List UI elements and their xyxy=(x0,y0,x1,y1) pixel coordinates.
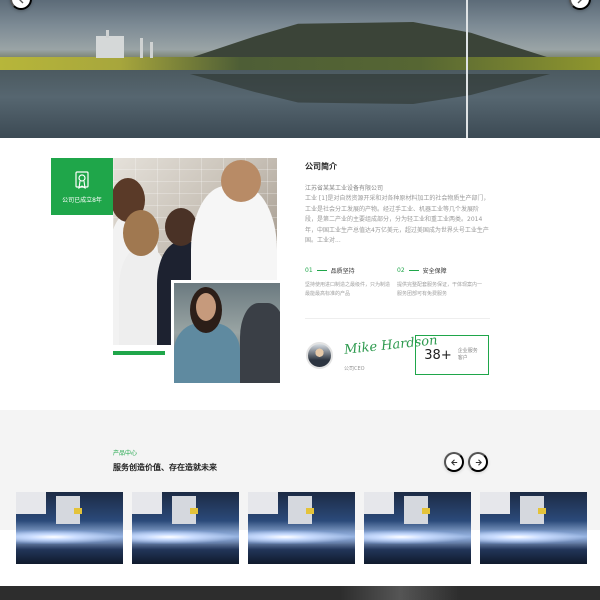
intro-title: 公司简介 xyxy=(305,162,337,171)
product-rail xyxy=(16,492,46,514)
product-card[interactable] xyxy=(480,492,587,564)
feature-dash xyxy=(408,270,419,271)
feature-heading: 01 品质坚持 xyxy=(305,266,393,275)
products-next-button[interactable] xyxy=(468,452,488,472)
arrow-right-icon xyxy=(577,0,582,4)
hero-next-button[interactable] xyxy=(569,0,591,10)
feature-label: 品质坚持 xyxy=(330,268,355,275)
hero-chimney xyxy=(106,30,109,38)
photo-head xyxy=(221,160,261,202)
arrow-right-icon xyxy=(475,458,482,466)
hero-factory xyxy=(96,36,124,58)
hero-chimney xyxy=(140,38,143,58)
product-laser-beam xyxy=(132,530,239,544)
stat-number: 38+ xyxy=(424,347,452,363)
feature-desc: 坚持使用进口制造之最级件，只为制造最能最高标准的产品 xyxy=(305,282,391,297)
product-laser-beam xyxy=(16,530,123,544)
accent-bar xyxy=(113,351,165,355)
about-section: 公司已成立8年 公司简介 江苏省某某工业设备有限公司 工业 [1]是对自然资源开… xyxy=(0,138,600,410)
product-card[interactable] xyxy=(16,492,123,564)
feature-dash xyxy=(316,270,327,271)
arrow-left-icon xyxy=(450,458,457,466)
feature-point: 02 安全保障 提供完整配套服务保证，干体现案内一服务团部可有免费服务 xyxy=(397,266,485,299)
intro-body: 工业 [1]是对自然资源开采和对各种原材料加工的社会物质生产部门，工业是社会分工… xyxy=(305,195,490,244)
hero-mountain xyxy=(190,22,550,58)
product-plate xyxy=(74,508,82,514)
hero-wind-turbine xyxy=(466,0,468,138)
hero-banner xyxy=(0,0,600,138)
products-title: 服务创造价值、存在造就未来 xyxy=(113,463,217,472)
feature-number: 01 xyxy=(305,267,313,274)
years-badge: 公司已成立8年 xyxy=(51,158,113,215)
products-prev-button[interactable] xyxy=(444,452,464,472)
product-rail xyxy=(248,492,278,514)
product-plate xyxy=(422,508,430,514)
hero-prev-button[interactable] xyxy=(10,0,32,10)
footer-pattern xyxy=(340,586,460,600)
hero-chimney xyxy=(150,42,153,58)
award-certificate-icon xyxy=(75,170,89,189)
product-card[interactable] xyxy=(248,492,355,564)
product-laser-beam xyxy=(364,530,471,544)
woman-photo xyxy=(171,280,283,386)
product-plate xyxy=(306,508,314,514)
photo-person xyxy=(240,303,280,383)
photo-face xyxy=(196,293,216,321)
product-plate xyxy=(538,508,546,514)
product-rail xyxy=(480,492,510,514)
stat-label: 企业服务客户 xyxy=(457,348,478,361)
product-rail xyxy=(364,492,394,514)
feature-desc: 提供完整配套服务保证，干体现案内一服务团部可有免费服务 xyxy=(397,282,483,297)
ceo-avatar xyxy=(306,342,333,369)
feature-label: 安全保障 xyxy=(422,268,447,275)
badge-text: 公司已成立8年 xyxy=(62,196,102,204)
products-subtitle: 产品中心 xyxy=(113,450,138,457)
ceo-label: 公司CEO xyxy=(344,366,365,372)
footer-strip xyxy=(0,586,600,600)
photo-head xyxy=(123,210,159,256)
feature-point: 01 品质坚持 坚持使用进口制造之最级件，只为制造最能最高标准的产品 xyxy=(305,266,393,299)
product-laser-beam xyxy=(480,530,587,544)
product-card[interactable] xyxy=(132,492,239,564)
feature-number: 02 xyxy=(397,267,405,274)
product-plate xyxy=(190,508,198,514)
clients-stat: 38+ 企业服务客户 xyxy=(415,335,489,375)
feature-heading: 02 安全保障 xyxy=(397,266,485,275)
company-name: 江苏省某某工业设备有限公司 xyxy=(305,185,384,192)
product-rail xyxy=(132,492,162,514)
arrow-left-icon xyxy=(19,0,24,4)
product-laser-beam xyxy=(248,530,355,544)
hero-field xyxy=(0,57,600,71)
page: 公司已成立8年 公司简介 江苏省某某工业设备有限公司 工业 [1]是对自然资源开… xyxy=(0,0,600,600)
product-card[interactable] xyxy=(364,492,471,564)
divider xyxy=(305,318,490,319)
